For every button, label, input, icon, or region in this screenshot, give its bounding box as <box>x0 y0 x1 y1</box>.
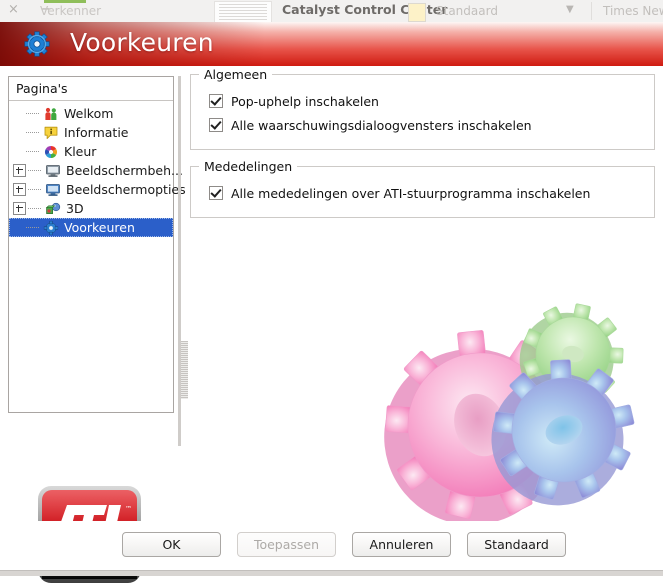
workspace: Pagina's Welkom Informatie Kleur Beeldsc… <box>0 66 663 583</box>
option-row-ati-notifications[interactable]: Alle mededelingen over ATI-stuurprogramm… <box>201 181 644 205</box>
tree-connector <box>26 112 39 115</box>
page-title: Voorkeuren <box>70 28 214 57</box>
tree-connector <box>28 188 41 191</box>
tree-connector <box>28 207 41 210</box>
sidebar-item-informatie[interactable]: Informatie <box>9 123 173 142</box>
style-swatch-icon <box>408 3 426 22</box>
preferences-content: Algemeen Pop-uphelp inschakelen Alle waa… <box>190 67 655 234</box>
group-title: Algemeen <box>199 67 273 82</box>
checkbox-ati-notifications[interactable] <box>209 186 223 200</box>
option-label: Alle mededelingen over ATI-stuurprogramm… <box>231 185 591 201</box>
option-label: Alle waarschuwingsdialoogvensters inscha… <box>231 117 532 133</box>
sidebar-item-beeldschermopties[interactable]: Beeldschermopties <box>9 180 186 199</box>
sidebar-item-label: Beeldschermbeh... <box>66 163 183 178</box>
splitter-grip[interactable] <box>181 341 188 399</box>
color-wheel-icon <box>42 144 59 159</box>
group-algemeen: Algemeen Pop-uphelp inschakelen Alle waa… <box>190 67 655 150</box>
footer-button-row: OK Toepassen Annuleren Standaard <box>122 532 566 557</box>
defaults-button[interactable]: Standaard <box>467 532 566 557</box>
panel-splitter[interactable] <box>178 76 188 446</box>
cancel-button[interactable]: Annuleren <box>352 532 451 557</box>
background-app-name: Verkenner <box>40 4 102 18</box>
apply-button[interactable]: Toepassen <box>237 532 336 557</box>
sidebar-item-welkom[interactable]: Welkom <box>9 104 173 123</box>
sidebar-item-label: 3D <box>66 201 84 216</box>
ok-button[interactable]: OK <box>122 532 221 557</box>
option-row-popup-help[interactable]: Pop-uphelp inschakelen <box>201 89 644 113</box>
sidebar-item-label: Kleur <box>64 144 97 159</box>
document-thumbnail-icon <box>214 1 272 22</box>
background-window-strip: × − Verkenner Catalyst Control Center St… <box>0 0 663 23</box>
expander-placeholder <box>13 108 24 119</box>
sidebar-item-label: Beeldschermopties <box>66 182 186 197</box>
sidebar-item-kleur[interactable]: Kleur <box>9 142 173 161</box>
sidebar-item-label: Voorkeuren <box>64 220 135 235</box>
people-icon <box>42 106 59 121</box>
tree-connector <box>26 131 39 134</box>
sidebar-item-beeldschermbeheer[interactable]: Beeldschermbeh... <box>9 161 183 180</box>
font-name-label: Times New <box>603 4 663 18</box>
expand-plus-icon[interactable] <box>13 183 26 196</box>
dialog-footer: OK Toepassen Annuleren Standaard <box>0 521 663 576</box>
group-mededelingen: Mededelingen Alle mededelingen over ATI-… <box>190 159 655 218</box>
chevron-down-icon[interactable]: ▼ <box>566 4 574 15</box>
tree-connector <box>28 169 41 172</box>
trademark-symbol: ™ <box>125 505 132 513</box>
gears-decoration-image <box>368 303 660 535</box>
bottom-strip <box>0 570 663 576</box>
checkbox-warning-dialogs[interactable] <box>209 118 223 132</box>
expander-placeholder <box>13 127 24 138</box>
pages-tree-body: Welkom Informatie Kleur Beeldschermbeh..… <box>9 101 186 237</box>
small-green-gear <box>519 303 624 407</box>
page-banner: Voorkeuren <box>0 22 663 66</box>
medium-blue-gear <box>491 359 635 506</box>
expander-placeholder <box>13 222 24 233</box>
sidebar-item-label: Welkom <box>64 106 114 121</box>
toolbar-separator <box>591 2 592 20</box>
expand-plus-icon[interactable] <box>13 164 26 177</box>
style-name-label: Standaard <box>436 4 498 18</box>
pages-tree-panel: Pagina's Welkom Informatie Kleur Beeldsc… <box>8 76 186 413</box>
cube-3d-icon <box>44 201 61 216</box>
sidebar-item-3d[interactable]: 3D <box>9 199 173 218</box>
monitor-icon <box>44 163 61 178</box>
large-pink-gear <box>384 330 574 525</box>
tree-connector <box>26 226 39 229</box>
tree-connector <box>26 150 39 153</box>
option-row-warning-dialogs[interactable]: Alle waarschuwingsdialoogvensters inscha… <box>201 113 644 137</box>
option-label: Pop-uphelp inschakelen <box>231 93 379 109</box>
expand-plus-icon[interactable] <box>13 202 26 215</box>
checkbox-popup-help[interactable] <box>209 94 223 108</box>
monitor-blue-icon <box>44 182 61 197</box>
gear-icon <box>24 31 50 57</box>
gear-icon <box>42 220 59 235</box>
info-bubble-icon <box>42 125 59 140</box>
expander-placeholder <box>13 146 24 157</box>
group-title: Mededelingen <box>199 159 298 174</box>
pages-tree-header: Pagina's <box>9 77 173 101</box>
sidebar-item-label: Informatie <box>64 125 129 140</box>
sidebar-item-voorkeuren[interactable]: Voorkeuren <box>9 218 173 237</box>
